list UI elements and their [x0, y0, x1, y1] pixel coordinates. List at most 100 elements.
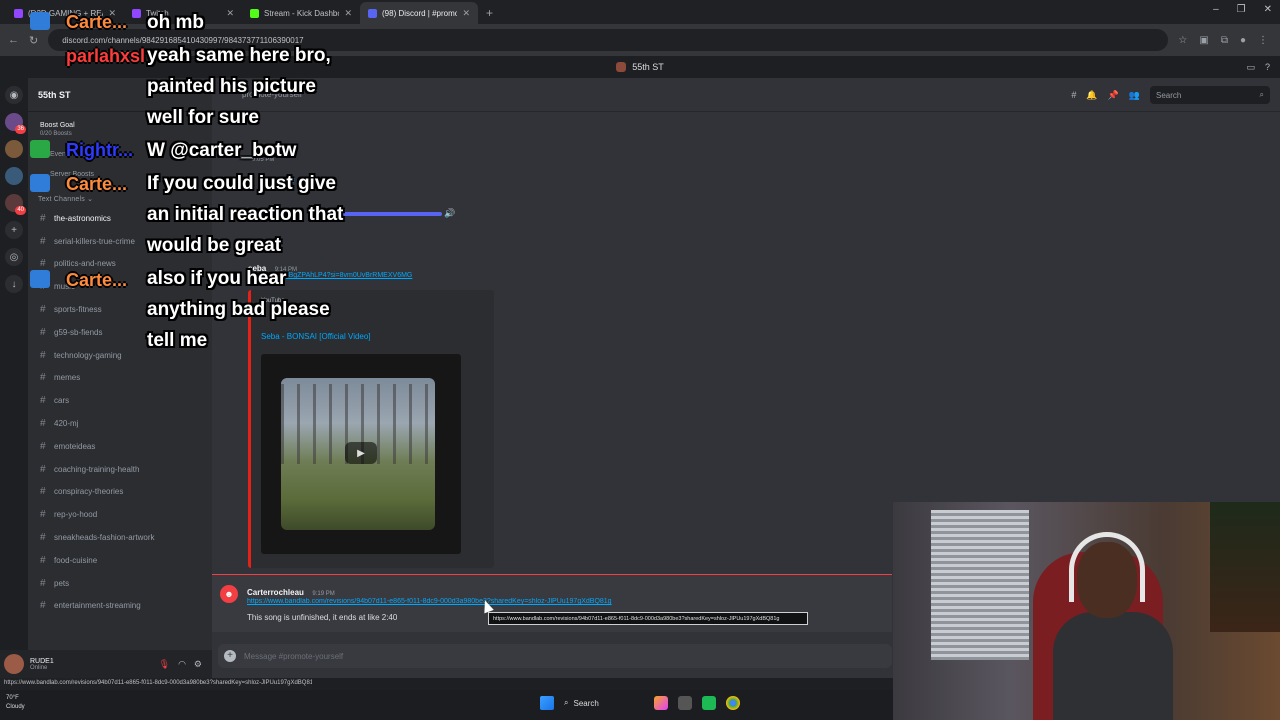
sidebar-channel-item[interactable]: # cars: [28, 389, 212, 412]
category-header[interactable]: Text Channels ⌄: [28, 185, 212, 207]
sidebar-channel-item[interactable]: # sports-fitness: [28, 298, 212, 321]
address-bar[interactable]: discord.com/channels/984291685410430997/…: [48, 29, 1169, 51]
sidebar-item-server-boosts[interactable]: Server Boosts: [50, 165, 212, 185]
user-controls: 🎙 ◠ ⚙: [159, 659, 212, 670]
sidebar-channel-item[interactable]: # entertainment-streaming: [28, 595, 212, 618]
channel-label: memes: [54, 373, 81, 383]
link-tooltip: https://www.bandlab.com/revisions/94b07d…: [488, 612, 808, 625]
headphones-icon[interactable]: ◠: [178, 659, 186, 670]
browser-tab-1[interactable]: (D2D GAMING + REACTIONS) ✕: [6, 2, 124, 24]
members-icon[interactable]: 👥: [1129, 90, 1140, 101]
app-icon[interactable]: [702, 696, 716, 710]
add-attachment-icon[interactable]: +: [224, 650, 236, 662]
bookmark-star-icon[interactable]: ☆: [1178, 35, 1187, 46]
sidebar-channel-item[interactable]: # rep-yo-hood: [28, 503, 212, 526]
server-icon[interactable]: [5, 140, 23, 158]
embed-title[interactable]: Seba - BONSAI [Official Video]: [261, 332, 371, 341]
minimize-icon[interactable]: –: [1213, 4, 1219, 15]
sidebar-channel-item[interactable]: # technology-gaming: [28, 344, 212, 367]
attachment-filename[interactable]: IF YOU 1.wav: [272, 178, 315, 185]
task-view-icon[interactable]: [678, 696, 692, 710]
pin-icon[interactable]: 📌: [1108, 90, 1119, 101]
boost-goal[interactable]: Boost Goal 0/20 Boosts: [28, 112, 212, 137]
window-close-icon[interactable]: ✕: [1264, 4, 1272, 15]
sidebar-channel-item[interactable]: # emoteideas: [28, 435, 212, 458]
browser-tab-4[interactable]: (98) Discord | #promote-yours ✕: [360, 2, 478, 24]
channel-label: politics-and-news: [54, 259, 116, 269]
channel-label: sneakheads-fashion-artwork: [54, 533, 155, 543]
menu-kebab-icon[interactable]: ⋮: [1258, 35, 1268, 46]
server-name-header[interactable]: 55th ST: [28, 78, 212, 112]
video-thumbnail[interactable]: ▶: [261, 354, 461, 554]
threads-icon[interactable]: #: [1071, 90, 1076, 100]
sidebar-panel-icon[interactable]: ▣: [1199, 35, 1208, 46]
windows-start-icon[interactable]: [540, 696, 554, 710]
hash-icon: #: [40, 463, 46, 475]
embed-provider: YouTube: [261, 298, 285, 304]
server-icon[interactable]: [5, 167, 23, 185]
close-icon[interactable]: ✕: [226, 8, 234, 19]
message-link[interactable]: youtu.be/_3BgZPAhLP4?si=8vm0UvBrRMEXV6MG: [252, 272, 412, 279]
message-link[interactable]: https://www.bandlab.com/revisions/94b07d…: [247, 598, 647, 605]
add-server-icon[interactable]: +: [5, 221, 23, 239]
back-arrow-icon[interactable]: ←: [8, 34, 19, 46]
sidebar-channel-item[interactable]: # g59-sb-fiends: [28, 321, 212, 344]
chrome-icon[interactable]: [726, 696, 740, 710]
server-icon[interactable]: 36: [5, 113, 26, 134]
avatar[interactable]: ☻: [220, 585, 238, 603]
sidebar-channel-item[interactable]: # politics-and-news: [28, 253, 212, 276]
avatar[interactable]: [4, 654, 24, 674]
close-icon[interactable]: ✕: [108, 8, 116, 19]
browser-tab-2[interactable]: Twitch ✕: [124, 2, 242, 24]
sidebar-channel-item[interactable]: # sneakheads-fashion-artwork: [28, 526, 212, 549]
boost-goal-label: Boost Goal: [40, 122, 75, 129]
explore-icon[interactable]: ◎: [5, 248, 23, 266]
channel-label: g59-sb-fiends: [54, 327, 103, 337]
sidebar-channel-item[interactable]: # the-astronomics: [28, 207, 212, 230]
extensions-icon[interactable]: ⧉: [1221, 35, 1228, 46]
sidebar-channel-item[interactable]: # pets: [28, 572, 212, 595]
inbox-icon[interactable]: ▭: [1246, 62, 1255, 73]
close-icon[interactable]: ✕: [344, 8, 352, 19]
mention-badge: 36: [15, 125, 26, 134]
weather-widget[interactable]: 70°F Cloudy: [6, 694, 25, 712]
hash-icon: #: [40, 326, 46, 338]
download-icon[interactable]: ↓: [5, 275, 23, 293]
taskbar-search[interactable]: ⌕ Search: [564, 698, 644, 708]
search-input[interactable]: Search ⌕: [1150, 86, 1270, 104]
status-bar-url: https://www.bandlab.com/revisions/94b07d…: [0, 678, 312, 690]
volume-icon[interactable]: 🔊: [444, 208, 455, 219]
hash-icon: #: [40, 509, 46, 521]
sidebar-channel-item[interactable]: # serial-killers-true-crime: [28, 230, 212, 253]
sidebar-channel-item[interactable]: # coaching-training-health: [28, 458, 212, 481]
composer-placeholder: Message #promote-yourself: [244, 651, 344, 661]
help-icon[interactable]: ?: [1265, 62, 1270, 73]
close-icon[interactable]: ✕: [462, 8, 470, 19]
copilot-icon[interactable]: [654, 696, 668, 710]
server-icon[interactable]: 40: [5, 194, 26, 215]
audio-progress-bar[interactable]: [322, 212, 442, 216]
sidebar-channel-item[interactable]: # food-cuisine: [28, 549, 212, 572]
message-author[interactable]: Carterrochleau: [247, 588, 304, 597]
channel-label: rep-yo-hood: [54, 510, 98, 520]
sidebar-channel-item[interactable]: # music: [28, 275, 212, 298]
window-controls: – ❐ ✕: [1213, 4, 1272, 15]
message-input[interactable]: + Message #promote-yourself: [218, 644, 892, 668]
sidebar-channel-item[interactable]: # conspiracy-theories: [28, 481, 212, 504]
reload-icon[interactable]: ↻: [29, 34, 38, 47]
mute-mic-icon[interactable]: 🎙: [159, 659, 170, 670]
maximize-icon[interactable]: ❐: [1237, 4, 1246, 15]
notification-bell-icon[interactable]: 🔔: [1086, 90, 1097, 101]
play-icon[interactable]: ▶: [345, 442, 377, 464]
browser-tab-3[interactable]: Stream - Kick Dashboard ✕: [242, 2, 360, 24]
streamer: [1053, 532, 1173, 720]
sidebar-channel-item[interactable]: #420-mj: [28, 412, 212, 435]
message-text: This song is unfinished, it ends at like…: [247, 613, 398, 622]
gear-icon[interactable]: ⚙: [194, 659, 202, 670]
discord-home-icon[interactable]: ◉: [5, 86, 23, 104]
sidebar-item-events[interactable]: Events: [50, 145, 212, 165]
profile-avatar-icon[interactable]: ●: [1240, 35, 1246, 46]
channel-label: sports-fitness: [54, 305, 102, 315]
new-tab-plus-icon[interactable]: +: [486, 6, 493, 20]
sidebar-channel-item[interactable]: # memes: [28, 367, 212, 390]
